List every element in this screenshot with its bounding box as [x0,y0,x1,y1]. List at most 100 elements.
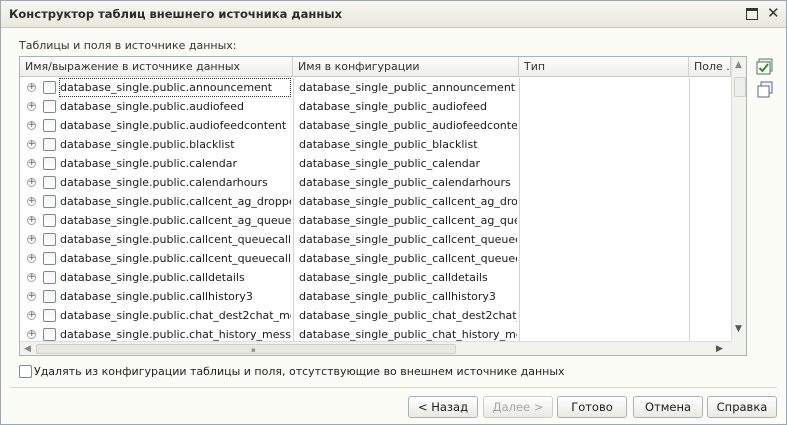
expand-icon[interactable]: + [27,311,36,320]
delete-missing-label: Удалять из конфигурации таблицы и поля, … [34,365,565,378]
done-button[interactable]: Готово [557,396,627,418]
row-checkbox[interactable] [43,157,56,170]
row-checkbox[interactable] [43,100,56,113]
copy-icon[interactable] [756,81,774,99]
row-checkbox[interactable] [43,252,56,265]
tables-group-label: Таблицы и поля в источнике данных: [19,39,237,52]
source-name-cell[interactable]: database_single.public.chat_dest2chat_me… [59,306,291,325]
source-name-cell[interactable]: database_single.public.chat_history_mess [59,325,291,341]
table-row[interactable]: + database_single.public.blacklist databas… [20,135,731,154]
table-row[interactable]: + database_single.public.audiofeed databas… [20,97,731,116]
table-row[interactable]: + database_single.public.callcent_queueca… [20,249,731,268]
help-button[interactable]: Справка [707,396,777,418]
config-name-cell[interactable]: database_single_public_calldetails [299,268,517,287]
column-header-source[interactable]: Имя/выражение в источнике данных [20,57,293,77]
table-row[interactable]: + database_single.public.callcent_queueca… [20,230,731,249]
source-name-cell[interactable]: database_single.public.announcement [59,78,291,97]
row-checkbox[interactable] [43,271,56,284]
expand-icon[interactable]: + [27,102,36,111]
table-row[interactable]: + database_single.public.announcement data… [20,78,731,97]
config-name-cell[interactable]: database_single_public_callcent_ag_dropp… [299,192,517,211]
row-checkbox[interactable] [43,214,56,227]
config-name-cell[interactable]: database_single_public_chat_history_mess [299,325,517,341]
grid-header: Имя/выражение в источнике данных Имя в к… [20,57,746,77]
column-header-config[interactable]: Имя в конфигурации [293,57,519,77]
config-name-cell[interactable]: database_single_public_callhistory3 [299,287,517,306]
expand-icon[interactable]: + [27,216,36,225]
footer-divider [11,387,777,388]
table-row[interactable]: + database_single.public.callcent_ag_queu… [20,211,731,230]
vertical-scroll-thumb[interactable] [734,77,746,97]
expand-icon[interactable]: + [27,178,36,187]
expand-icon[interactable]: + [27,197,36,206]
expand-icon[interactable]: + [27,235,36,244]
maximize-icon[interactable] [746,8,758,20]
expand-icon[interactable]: + [27,330,36,339]
close-icon[interactable]: ✕ [767,5,783,21]
grid-rows: + database_single.public.announcement data… [20,78,731,341]
scroll-right-icon[interactable]: ▶ [716,344,723,354]
table-row[interactable]: + database_single.public.calendar database… [20,154,731,173]
row-checkbox[interactable] [43,195,56,208]
cancel-button[interactable]: Отмена [633,396,703,418]
row-checkbox[interactable] [43,119,56,132]
source-name-cell[interactable]: database_single.public.blacklist [59,135,291,154]
column-header-field[interactable]: Поле ... [689,57,731,77]
row-checkbox[interactable] [43,328,56,341]
expand-icon[interactable]: + [27,159,36,168]
vertical-scrollbar[interactable]: ▲ ▼ [731,57,746,341]
table-row[interactable]: + database_single.public.calendarhours dat… [20,173,731,192]
source-name-cell[interactable]: database_single.public.calendarhours [59,173,291,192]
source-name-cell[interactable]: database_single.public.calendar [59,154,291,173]
column-header-type[interactable]: Тип [519,57,689,77]
row-checkbox[interactable] [43,176,56,189]
config-name-cell[interactable]: database_single_public_blacklist [299,135,517,154]
config-name-cell[interactable]: database_single_public_audiofeedcontent [299,116,517,135]
source-name-cell[interactable]: database_single.public.audiofeed [59,97,291,116]
scroll-up-icon[interactable]: ▲ [735,60,742,70]
row-checkbox[interactable] [43,81,56,94]
config-name-cell[interactable]: database_single_public_announcement [299,78,517,97]
scroll-left-icon[interactable]: ◀ [24,344,31,354]
horizontal-scrollbar[interactable]: ◀ ▪ ▶ [20,341,731,355]
source-name-cell[interactable]: database_single.public.callcent_queuecal… [59,230,291,249]
table-row[interactable]: + database_single.public.chat_dest2chat_m… [20,306,731,325]
expand-icon[interactable]: + [27,254,36,263]
scrollbar-corner [731,341,746,355]
row-checkbox[interactable] [43,138,56,151]
source-name-cell[interactable]: database_single.public.callhistory3 [59,287,291,306]
delete-missing-checkbox[interactable] [19,365,32,378]
expand-icon[interactable]: + [27,121,36,130]
config-name-cell[interactable]: database_single_public_chat_dest2chat_m.… [299,306,517,325]
row-checkbox[interactable] [43,309,56,322]
dialog-window: Конструктор таблиц внешнего источника да… [0,0,787,425]
config-name-cell[interactable]: database_single_public_calendar [299,154,517,173]
table-row[interactable]: + database_single.public.callhistory3 data… [20,287,731,306]
row-checkbox[interactable] [43,233,56,246]
next-button[interactable]: Далее > [483,396,553,418]
config-name-cell[interactable]: database_single_public_callcent_queuecal… [299,249,517,268]
config-name-cell[interactable]: database_single_public_callcent_ag_queu.… [299,211,517,230]
expand-icon[interactable]: + [27,292,36,301]
row-checkbox[interactable] [43,290,56,303]
expand-icon[interactable]: + [27,140,36,149]
source-name-cell[interactable]: database_single.public.callcent_ag_dropp… [59,192,291,211]
check-all-icon[interactable] [756,58,774,76]
source-name-cell[interactable]: database_single.public.audiofeedcontent [59,116,291,135]
expand-icon[interactable]: + [27,83,36,92]
table-row[interactable]: + database_single.public.chat_history_mes… [20,325,731,341]
source-name-cell[interactable]: database_single.public.calldetails [59,268,291,287]
horizontal-scroll-thumb[interactable]: ▪ [36,344,456,354]
source-name-cell[interactable]: database_single.public.callcent_ag_queue… [59,211,291,230]
column-divider [689,78,690,341]
source-name-cell[interactable]: database_single.public.callcent_queuecal… [59,249,291,268]
config-name-cell[interactable]: database_single_public_callcent_queuecal… [299,230,517,249]
table-row[interactable]: + database_single.public.audiofeedcontent… [20,116,731,135]
table-row[interactable]: + database_single.public.calldetails datab… [20,268,731,287]
config-name-cell[interactable]: database_single_public_calendarhours [299,173,517,192]
expand-icon[interactable]: + [27,273,36,282]
table-row[interactable]: + database_single.public.callcent_ag_drop… [20,192,731,211]
back-button[interactable]: < Назад [408,396,478,418]
scroll-down-icon[interactable]: ▼ [735,324,742,334]
config-name-cell[interactable]: database_single_public_audiofeed [299,97,517,116]
